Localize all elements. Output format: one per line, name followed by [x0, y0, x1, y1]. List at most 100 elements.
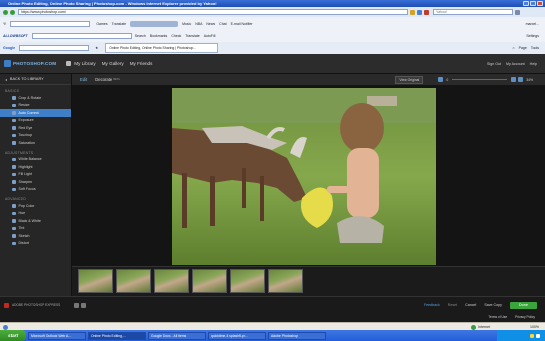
toolbar-item-5[interactable]: NBA [195, 22, 202, 26]
tool-item[interactable]: Sketch [0, 232, 71, 240]
undo-icon[interactable] [74, 302, 80, 308]
help-link[interactable]: Help [530, 62, 537, 66]
taskbar-button[interactable]: Microsoft Outlook Web A... [28, 331, 86, 340]
refresh-icon[interactable] [417, 9, 422, 15]
cancel-button[interactable]: Cancel [465, 303, 476, 307]
tool-icon [12, 204, 16, 208]
feedback-link[interactable]: Feedback [424, 303, 440, 307]
tool-item[interactable]: Black & White [0, 217, 71, 225]
taskbar-button[interactable]: quicktime-4 splashfl-pr... [208, 331, 266, 340]
filmstrip-thumbnail[interactable] [268, 269, 303, 293]
view-original-button[interactable]: View Original [395, 75, 424, 84]
allowbsoft-search-input[interactable] [31, 33, 132, 39]
yahoo-search-input[interactable] [10, 20, 91, 27]
toolbar-item-7[interactable]: Chat [219, 22, 226, 26]
home-icon[interactable] [66, 61, 72, 66]
toolbar2-item-0[interactable]: Search [135, 34, 146, 38]
toolbar2-item-3[interactable]: Translate [185, 34, 199, 38]
zoom-slider[interactable] [452, 79, 508, 80]
zoom-out-icon[interactable] [511, 77, 517, 82]
filmstrip-thumbnail[interactable] [116, 269, 151, 293]
filmstrip-thumbnail[interactable] [154, 269, 189, 293]
tool-item[interactable]: Resize [0, 102, 71, 110]
tool-item[interactable]: Auto Correct [0, 109, 71, 117]
toolbar-item-1[interactable]: Games [96, 22, 107, 26]
toolbar-item-3[interactable] [130, 20, 179, 27]
toolbar-item-4[interactable]: Music [182, 22, 191, 26]
stop-icon[interactable] [424, 9, 429, 15]
tool-item[interactable]: Exposure [0, 117, 71, 125]
tool-item[interactable]: Tint [0, 225, 71, 233]
toolbar-item-6[interactable]: News [206, 22, 215, 26]
tool-icon [12, 187, 16, 191]
home-icon[interactable]: ⌂ [513, 46, 515, 50]
tool-item[interactable]: Saturation [0, 139, 71, 147]
filmstrip-thumbnail[interactable] [230, 269, 265, 293]
tool-item[interactable]: Distort [0, 240, 71, 248]
search-field[interactable]: Yahoo! [433, 9, 513, 15]
command-page[interactable]: Page [519, 46, 527, 50]
back-arrow-icon[interactable] [3, 9, 8, 15]
zoom-in-icon[interactable] [518, 77, 524, 82]
start-button[interactable]: start [0, 330, 26, 341]
minimize-button[interactable] [523, 1, 529, 6]
tool-item[interactable]: Crop & Rotate [0, 94, 71, 102]
save-copy-button[interactable]: Save Copy [484, 303, 502, 307]
tool-item[interactable]: Pop Color [0, 202, 71, 210]
tray-icon[interactable] [530, 333, 534, 338]
reset-button[interactable]: Reset [448, 303, 457, 307]
my-account-link[interactable]: My Account [506, 62, 525, 66]
redo-icon[interactable] [81, 302, 87, 308]
terms-link[interactable]: Terms of Use [488, 315, 507, 319]
toolbar2-item-1[interactable]: Bookmarks [150, 34, 168, 38]
sign-out-link[interactable]: Sign Out [487, 62, 501, 66]
toolbar2-item-4[interactable]: AutoFill [204, 34, 216, 38]
url-field[interactable]: https://www.photoshop.com/ [18, 9, 408, 15]
nav-my-library[interactable]: My Library [74, 61, 95, 66]
taskbar-button[interactable]: Google Docs - All items [148, 331, 206, 340]
volume-icon[interactable] [536, 333, 540, 338]
toolbar2-item-2[interactable]: Check [171, 34, 181, 38]
beta-badge: BETA [113, 78, 120, 81]
favorites-star-icon[interactable]: ★ [95, 46, 98, 50]
tab-active[interactable]: Online Photo Editing, Online Photo Shari… [105, 43, 219, 53]
tool-item[interactable]: Red Eye [0, 124, 71, 132]
toolbar-item-0[interactable]: Y! [3, 22, 6, 26]
tab-decorate[interactable]: Decorate [95, 77, 112, 82]
taskbar-button[interactable]: Adobe Photoshop [268, 331, 326, 340]
user-menu[interactable]: marcel... [526, 22, 539, 26]
nav-my-gallery[interactable]: My Gallery [102, 61, 124, 66]
zoom-fit-icon[interactable] [438, 77, 444, 82]
tool-item[interactable]: Hue [0, 210, 71, 218]
forward-arrow-icon[interactable] [10, 9, 15, 15]
tool-item[interactable]: Sharpen [0, 178, 71, 186]
google-search-input[interactable] [19, 45, 90, 51]
google-label: Google [3, 46, 16, 50]
close-button[interactable] [537, 1, 543, 6]
taskbar: start Microsoft Outlook Web A... Online P… [0, 330, 545, 341]
tool-item[interactable]: White Balance [0, 156, 71, 164]
filmstrip-thumbnail[interactable] [78, 269, 113, 293]
toolbar-item-2[interactable]: Translate [112, 22, 126, 26]
tool-item[interactable]: Touchup [0, 132, 71, 140]
nav-my-friends[interactable]: My Friends [130, 61, 153, 66]
filmstrip-thumbnail[interactable] [192, 269, 227, 293]
toolbar-item-8[interactable]: E-mail Notifier [231, 22, 253, 26]
tab-edit[interactable]: Edit [80, 77, 87, 82]
done-button[interactable]: Done [509, 301, 537, 309]
search-icon[interactable] [515, 9, 520, 15]
tool-item[interactable]: Soft Focus [0, 186, 71, 194]
photo-image[interactable] [172, 88, 436, 265]
window-controls [523, 1, 543, 6]
command-tools[interactable]: Tools [531, 46, 539, 50]
taskbar-button[interactable]: Online Photo Editing,... [88, 331, 146, 340]
maximize-button[interactable] [530, 1, 536, 6]
back-to-library-button[interactable]: ◂ BACK TO LIBRARY [0, 74, 71, 85]
settings-menu[interactable]: Settings [526, 34, 539, 38]
privacy-link[interactable]: Privacy Policy [515, 315, 535, 319]
tool-item[interactable]: Fill Light [0, 171, 71, 179]
zoom-level[interactable]: 100% [530, 325, 539, 329]
tool-label: Saturation [18, 140, 35, 145]
tool-icon [12, 96, 16, 100]
tool-item[interactable]: Highlight [0, 163, 71, 171]
